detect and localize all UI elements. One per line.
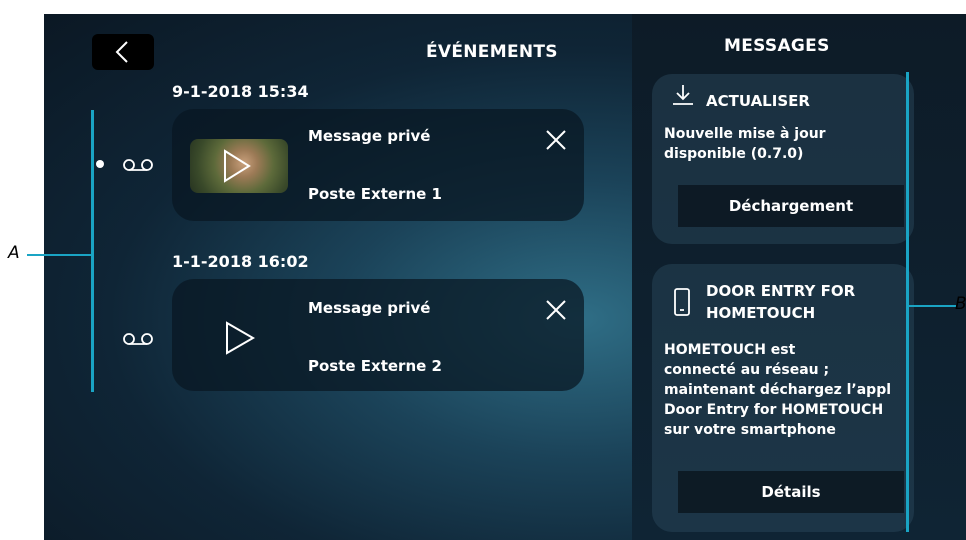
event-source: Poste Externe 2 xyxy=(308,357,442,375)
annotation-b-bracket xyxy=(906,72,909,532)
annotation-a-bracket xyxy=(91,110,94,392)
annotation-a-leader xyxy=(27,254,93,256)
voicemail-icon xyxy=(123,159,153,171)
annotation-b-leader xyxy=(908,305,956,307)
back-button[interactable] xyxy=(92,34,154,70)
event-date: 1-1-2018 16:02 xyxy=(172,252,309,271)
event-card[interactable]: Message privé Poste Externe 2 xyxy=(172,279,584,391)
event-card[interactable]: Message privé Poste Externe 1 xyxy=(172,109,584,221)
event-source: Poste Externe 1 xyxy=(308,185,442,203)
message-body-line: disponible (0.7.0) xyxy=(664,146,804,162)
close-icon[interactable] xyxy=(545,299,567,321)
message-body-line: Door Entry for HOMETOUCH xyxy=(664,402,884,418)
smartphone-icon xyxy=(674,288,690,316)
event-date: 9-1-2018 15:34 xyxy=(172,82,309,101)
video-thumbnail xyxy=(190,139,288,193)
message-body-line: maintenant déchargez l’appl xyxy=(664,382,892,398)
message-body-line: sur votre smartphone xyxy=(664,422,836,438)
play-icon[interactable] xyxy=(224,321,256,355)
event-title: Message privé xyxy=(308,127,431,145)
events-title: ÉVÉNEMENTS xyxy=(426,42,558,62)
download-button[interactable]: Déchargement xyxy=(678,185,904,227)
details-button[interactable]: Détails xyxy=(678,471,904,513)
door-entry-message-card: DOOR ENTRY FOR HOMETOUCH HOMETOUCH est c… xyxy=(652,264,914,532)
download-icon xyxy=(673,85,693,105)
voicemail-icon xyxy=(123,333,153,345)
message-body: HOMETOUCH est connecté au réseau ; maint… xyxy=(664,340,912,440)
device-screen: ÉVÉNEMENTS MESSAGES 9-1-2018 15:34 Messa… xyxy=(44,14,966,540)
annotation-b-label: B xyxy=(955,294,966,314)
chevron-left-icon xyxy=(115,41,128,63)
event-title: Message privé xyxy=(308,299,431,317)
message-body: Nouvelle mise à jour disponible (0.7.0) xyxy=(664,124,912,164)
message-body-line: Nouvelle mise à jour xyxy=(664,126,826,142)
unread-indicator xyxy=(96,160,104,168)
message-heading-line: DOOR ENTRY FOR xyxy=(706,282,856,300)
messages-title: MESSAGES xyxy=(724,36,830,56)
message-body-line: HOMETOUCH est xyxy=(664,342,796,358)
close-icon[interactable] xyxy=(545,129,567,151)
annotation-a-label: A xyxy=(8,243,20,263)
message-heading: ACTUALISER xyxy=(706,92,810,110)
message-heading-line: HOMETOUCH xyxy=(706,304,816,322)
play-icon xyxy=(224,149,251,183)
message-body-line: connecté au réseau ; xyxy=(664,362,830,378)
update-message-card: ACTUALISER Nouvelle mise à jour disponib… xyxy=(652,74,914,244)
message-heading: DOOR ENTRY FOR HOMETOUCH xyxy=(706,280,855,324)
